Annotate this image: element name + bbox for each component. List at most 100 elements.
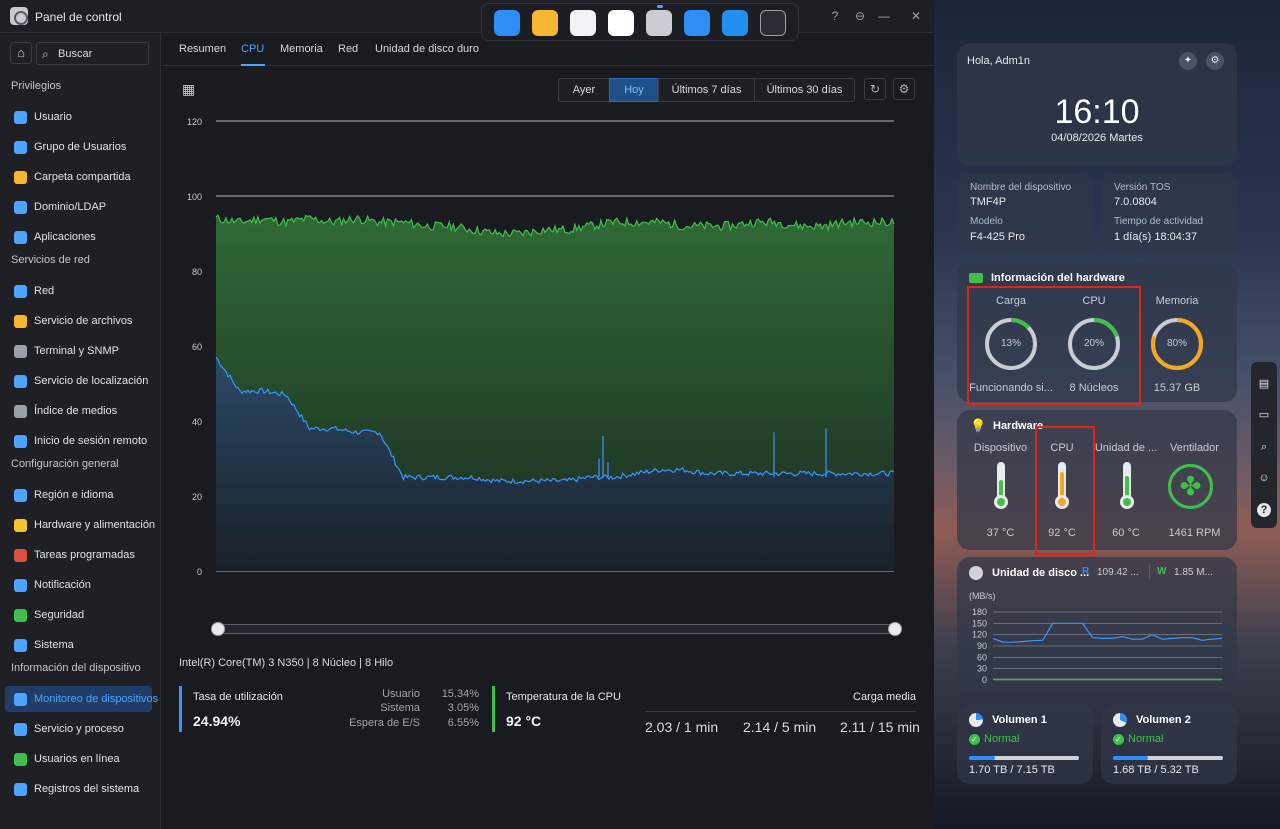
sidebar-item-label: Terminal y SNMP bbox=[34, 345, 119, 357]
app-dock bbox=[481, 3, 799, 41]
sidebar-item[interactable]: Usuarios en línea bbox=[5, 746, 152, 772]
tab-resumen[interactable]: Resumen bbox=[179, 43, 226, 55]
timeline-scrollbar[interactable] bbox=[212, 624, 895, 634]
disk-read-value: 109.42 ... bbox=[1097, 567, 1139, 578]
settings-icon[interactable]: ⚙ bbox=[1206, 52, 1224, 70]
disk-title: Unidad de disco ... bbox=[992, 567, 1090, 579]
y-tick-label: 40 bbox=[192, 417, 202, 427]
storage-app-icon[interactable] bbox=[684, 10, 710, 36]
volume-1-status: Normal bbox=[984, 733, 1020, 745]
sidebar-item[interactable]: Aplicaciones bbox=[5, 224, 152, 250]
close-icon[interactable]: ✕ bbox=[908, 8, 924, 24]
help-icon[interactable]: ? bbox=[827, 8, 843, 24]
sidebar-item[interactable]: Índice de medios bbox=[5, 398, 152, 424]
control-panel-app-icon bbox=[10, 7, 28, 25]
apps-grid-icon[interactable] bbox=[570, 10, 596, 36]
hw-device-label: Dispositivo bbox=[973, 442, 1028, 454]
sidebar-item-icon bbox=[14, 285, 27, 298]
terminal-app-icon[interactable] bbox=[760, 10, 786, 36]
sidebar-item[interactable]: Carpeta compartida bbox=[5, 164, 152, 190]
disk-y-tick: 90 bbox=[977, 641, 987, 651]
range-hoy[interactable]: Hoy bbox=[609, 78, 659, 102]
hw-fan-label: Ventilador bbox=[1170, 442, 1219, 454]
sidebar-item[interactable]: Servicio y proceso bbox=[5, 716, 152, 742]
sidebar-item-label: Inicio de sesión remoto bbox=[34, 435, 148, 447]
search-input[interactable]: ⌕ Buscar bbox=[36, 42, 149, 65]
chart-icon[interactable]: ▤ bbox=[1257, 377, 1271, 391]
volume-2-title: Volumen 2 bbox=[1136, 714, 1191, 726]
timeline-handle-left[interactable] bbox=[211, 622, 225, 636]
sidebar-item[interactable]: Hardware y alimentación bbox=[5, 512, 156, 538]
disk-thermometer-icon bbox=[1120, 462, 1134, 509]
usage-accent-bar bbox=[179, 686, 182, 732]
hw-device-temp: 37 °C bbox=[986, 527, 1015, 539]
home-button[interactable]: ⌂ bbox=[10, 42, 32, 64]
sidebar-section-title: Información del dispositivo bbox=[11, 662, 141, 674]
sidebar-item-icon bbox=[14, 171, 27, 184]
sidebar: ⌂ ⌕ Buscar Privilegios Usuario Grupo de Us… bbox=[0, 33, 161, 829]
disk-y-tick: 150 bbox=[972, 618, 987, 628]
clock-date: 04/08/2026 Martes bbox=[1051, 132, 1143, 144]
sidebar-item-icon bbox=[14, 723, 27, 736]
memory-subtitle: 15.37 GB bbox=[1153, 382, 1201, 394]
control-panel-app-icon[interactable] bbox=[646, 10, 672, 36]
y-tick-label: 120 bbox=[187, 117, 202, 127]
sidebar-item-label: Sistema bbox=[34, 639, 74, 651]
sidebar-item[interactable]: Notificación bbox=[5, 572, 152, 598]
search-icon[interactable]: ⌕ bbox=[1257, 440, 1271, 454]
sidebar-item[interactable]: Registros del sistema bbox=[5, 776, 152, 802]
temp-stats: Temperatura de la CPU 92 °C bbox=[492, 686, 632, 732]
store-app-icon[interactable] bbox=[722, 10, 748, 36]
range-ayer[interactable]: Ayer bbox=[558, 78, 610, 102]
sidebar-item[interactable]: Seguridad bbox=[5, 602, 152, 628]
minimize-widget-icon[interactable]: ⊖ bbox=[852, 8, 868, 24]
sidebar-item[interactable]: Sistema bbox=[5, 632, 152, 658]
tab-memoria[interactable]: Memoria bbox=[280, 43, 323, 55]
gear-icon[interactable]: ⚙ bbox=[893, 78, 915, 100]
sidebar-item[interactable]: Servicio de archivos bbox=[5, 308, 152, 334]
tab-cpu[interactable]: CPU bbox=[241, 43, 264, 55]
tab-disco[interactable]: Unidad de disco duro bbox=[375, 43, 479, 55]
sidebar-item[interactable]: Grupo de Usuarios bbox=[5, 134, 152, 160]
sidebar-item[interactable]: Usuario bbox=[5, 104, 152, 130]
refresh-icon[interactable]: ↻ bbox=[864, 78, 886, 100]
tos-widget: Versión TOS 7.0.0804 Tiempo de actividad… bbox=[1101, 174, 1237, 254]
sidebar-item[interactable]: Inicio de sesión remoto bbox=[5, 428, 152, 454]
range-30-dias[interactable]: Últimos 30 días bbox=[754, 78, 855, 102]
layout-app-icon[interactable] bbox=[494, 10, 520, 36]
sidebar-item-label: Notificación bbox=[34, 579, 91, 591]
sidebar-item-label: Servicio de archivos bbox=[34, 315, 133, 327]
chat-icon[interactable]: ▭ bbox=[1257, 408, 1271, 422]
sidebar-item[interactable]: Servicio de localización bbox=[5, 368, 152, 394]
check-icon: ✓ bbox=[1113, 734, 1124, 745]
clock-app-icon[interactable] bbox=[608, 10, 634, 36]
usage-label: Tasa de utilización bbox=[193, 691, 283, 703]
sidebar-item-label: Usuarios en línea bbox=[34, 753, 120, 765]
maximize-icon[interactable] bbox=[884, 8, 900, 24]
sidebar-item[interactable]: Terminal y SNMP bbox=[5, 338, 152, 364]
sidebar-item[interactable]: Tareas programadas bbox=[5, 542, 152, 568]
tos-label: Versión TOS bbox=[1114, 182, 1171, 193]
sidebar-item[interactable]: Red bbox=[5, 278, 152, 304]
sidebar-item[interactable]: Dominio/LDAP bbox=[5, 194, 152, 220]
sidebar-item[interactable]: Monitoreo de dispositivos bbox=[5, 686, 158, 712]
y-tick-label: 80 bbox=[192, 267, 202, 277]
disk-y-tick: 60 bbox=[977, 652, 987, 662]
sidebar-item-label: Hardware y alimentación bbox=[34, 519, 156, 531]
sidebar-section-title: Privilegios bbox=[11, 80, 62, 92]
tab-red[interactable]: Red bbox=[338, 43, 358, 55]
robot-icon[interactable]: ☺ bbox=[1257, 471, 1271, 485]
pin-icon[interactable]: ✦ bbox=[1179, 52, 1197, 70]
sidebar-item[interactable]: Región e idioma bbox=[5, 482, 152, 508]
sidebar-item-icon bbox=[14, 435, 27, 448]
timeline-handle-right[interactable] bbox=[888, 622, 902, 636]
load-15min: 2.11 / 15 min bbox=[840, 719, 920, 735]
cpu-chip-icon[interactable]: ▦ bbox=[182, 81, 195, 98]
files-app-icon[interactable] bbox=[532, 10, 558, 36]
range-7-dias[interactable]: Últimos 7 días bbox=[658, 78, 755, 102]
help-icon[interactable]: ? bbox=[1257, 503, 1271, 517]
fan-icon: ✤ bbox=[1168, 464, 1213, 509]
sidebar-item-icon bbox=[14, 405, 27, 418]
device-name-label: Nombre del dispositivo bbox=[970, 182, 1072, 193]
hw-fan-rpm: 1461 RPM bbox=[1168, 527, 1221, 539]
